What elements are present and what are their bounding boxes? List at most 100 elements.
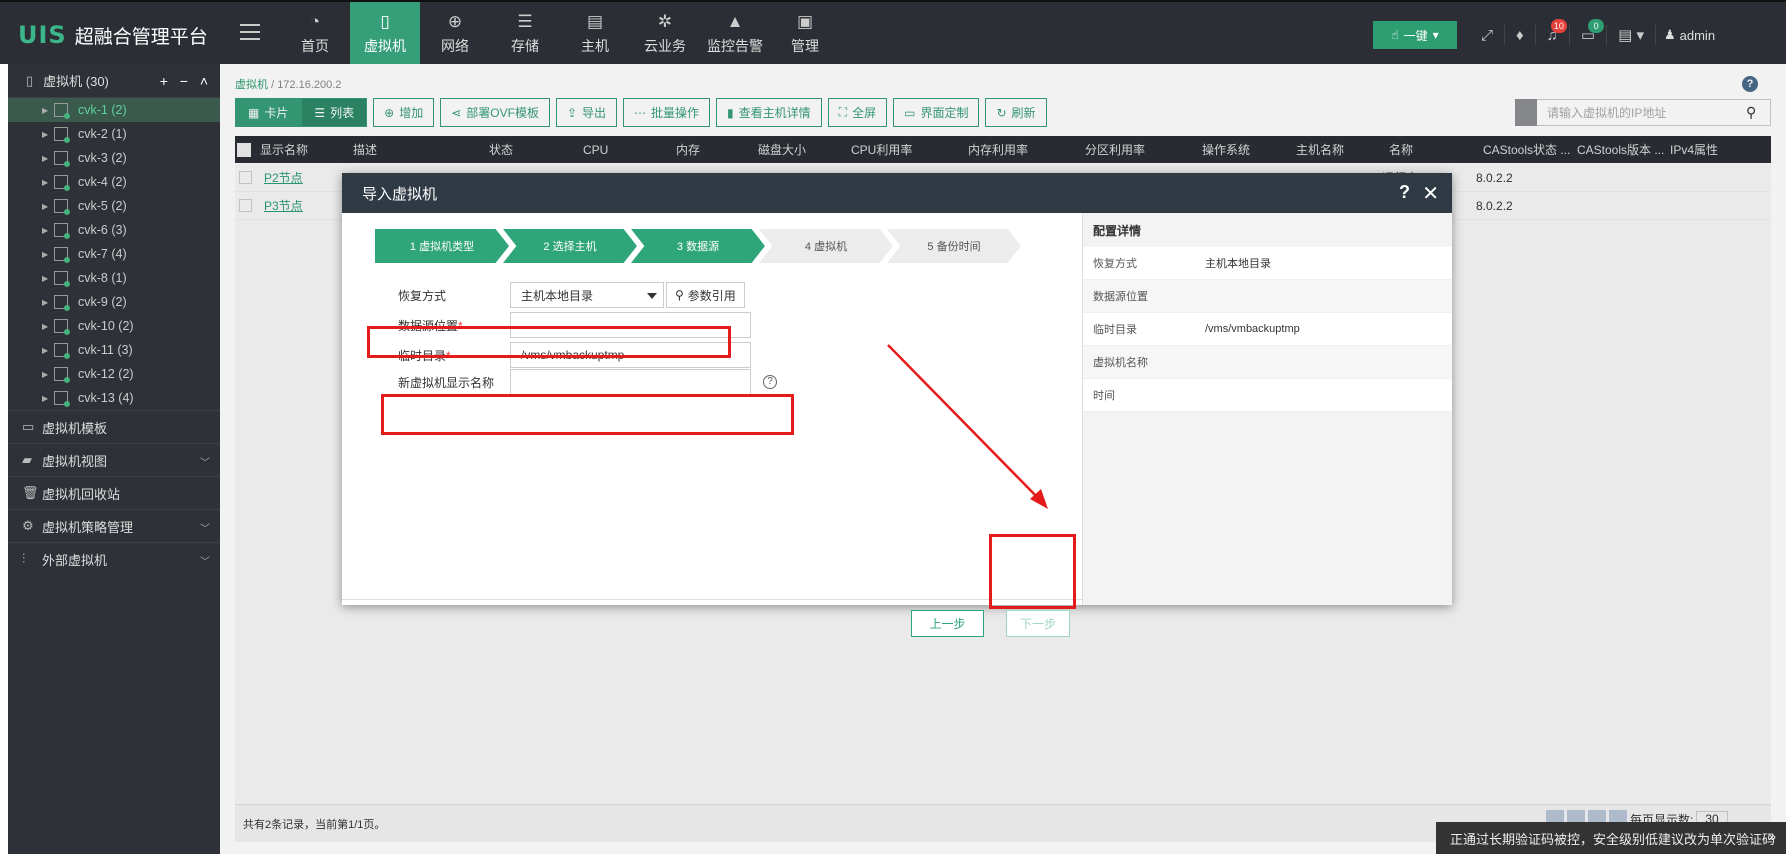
- param-ref-button[interactable]: ⚲ 参数引用: [666, 282, 745, 308]
- restore-row: 恢复方式 主机本地目录 ⚲ 参数引用: [398, 282, 745, 308]
- cvk-host-item[interactable]: ▶ cvk-1 (2): [8, 98, 220, 122]
- fullscreen-icon[interactable]: ⤢: [1470, 25, 1506, 45]
- cvk-host-item[interactable]: ▶ cvk-7 (4): [8, 242, 220, 266]
- next-step-button[interactable]: 下一步: [1006, 610, 1070, 637]
- chevron-down-icon: ﹀: [200, 458, 210, 469]
- globe-icon: ⊕: [447, 12, 463, 31]
- nav-label: 首页: [301, 38, 329, 54]
- folder-icon: ▰: [22, 452, 32, 467]
- detail-value: 主机本地目录: [1205, 258, 1271, 270]
- alarm-bell-icon[interactable]: ♫ 10: [1536, 19, 1570, 45]
- section-label: 虚拟机视图: [42, 453, 108, 469]
- user-menu[interactable]: ♟ admin: [1656, 27, 1715, 43]
- restore-label: 恢复方式: [398, 288, 447, 303]
- step-select-host: 2 选择主机: [503, 229, 637, 263]
- sidebar-vm-view[interactable]: ▰ 虚拟机视图 ﹀: [8, 443, 220, 476]
- nav-label: 管理: [791, 38, 819, 54]
- newname-row: 新虚拟机显示名称 ?: [398, 369, 777, 395]
- nav-cloud[interactable]: ✲ 云业务: [630, 2, 700, 66]
- help-icon[interactable]: ?: [1399, 182, 1410, 203]
- sidebar-external[interactable]: ⫶ 外部虚拟机 ﹀: [8, 542, 220, 575]
- expand-icon[interactable]: ▶: [42, 226, 54, 235]
- annotation-box-source: [367, 326, 731, 358]
- sidebar-recycle[interactable]: 🗑 虚拟机回收站: [8, 476, 220, 509]
- nav-monitor[interactable]: ▲ 监控告警: [700, 2, 770, 66]
- cvk-host-item[interactable]: ▶ cvk-2 (1): [8, 122, 220, 146]
- nav-home[interactable]: ◔ 首页: [280, 2, 350, 66]
- expand-icon[interactable]: ▶: [42, 274, 54, 283]
- prev-step-button[interactable]: 上一步: [911, 610, 984, 637]
- nav-label: 主机: [581, 38, 609, 54]
- import-vm-dialog: 导入虚拟机 ? ✕ 1 虚拟机类型 2 选择主机 3 数据源 4 虚拟机 5 备…: [342, 173, 1452, 637]
- cvk-host-item[interactable]: ▶ cvk-8 (1): [8, 266, 220, 290]
- window-icon[interactable]: ▤ ▾: [1607, 25, 1656, 45]
- expand-icon[interactable]: ▶: [42, 178, 54, 187]
- sidebar-vm-header[interactable]: ▯ 虚拟机 (30) + − ˄: [8, 64, 220, 98]
- expand-icon[interactable]: ▶: [42, 298, 54, 307]
- oneclick-button[interactable]: ☝ 一键 ▾: [1373, 21, 1457, 49]
- cvk-label: cvk-6 (3): [78, 223, 127, 237]
- dialog-footer: 上一步 下一步: [342, 599, 1082, 645]
- nav-host[interactable]: ▤ 主机: [560, 2, 630, 66]
- cvk-label: cvk-9 (2): [78, 295, 127, 309]
- chevron-down-icon: ﹀: [200, 524, 210, 535]
- task-badge: 0: [1588, 19, 1605, 33]
- expand-icon[interactable]: ▶: [42, 250, 54, 259]
- shirt-icon[interactable]: ♦: [1505, 25, 1536, 45]
- expand-icon[interactable]: ▶: [42, 370, 54, 379]
- section-label: 虚拟机模板: [42, 420, 108, 436]
- nav-label: 虚拟机: [364, 38, 406, 54]
- nav-label: 存储: [511, 38, 539, 54]
- server-icon: [54, 247, 70, 263]
- server-icon: [54, 391, 70, 407]
- cvk-host-item[interactable]: ▶ cvk-5 (2): [8, 194, 220, 218]
- detail-row: 临时目录/vms/vmbackuptmp: [1083, 313, 1452, 346]
- nav-storage[interactable]: ☰ 存储: [490, 2, 560, 66]
- detail-key: 时间: [1093, 390, 1115, 402]
- cvk-host-item[interactable]: ▶ cvk-13 (4): [8, 386, 220, 410]
- detail-row: 虚拟机名称: [1083, 346, 1452, 379]
- server-icon: [54, 319, 70, 335]
- gear-icon: ✲: [657, 12, 673, 31]
- menu-toggle-icon[interactable]: [240, 24, 260, 40]
- expand-icon[interactable]: ▶: [42, 346, 54, 355]
- expand-icon[interactable]: ▶: [42, 154, 54, 163]
- annotation-box-newname: [381, 394, 794, 435]
- cvk-label: cvk-4 (2): [78, 175, 127, 189]
- external-icon: ⫶: [22, 551, 26, 566]
- sidebar-templates[interactable]: ▭ 虚拟机模板: [8, 410, 220, 443]
- expand-icon[interactable]: ▶: [42, 130, 54, 139]
- expand-icon[interactable]: ▶: [42, 394, 54, 403]
- sidebar-policy[interactable]: ⚙ 虚拟机策略管理 ﹀: [8, 509, 220, 542]
- newname-input[interactable]: [510, 369, 751, 395]
- policy-icon: ⚙: [22, 518, 34, 533]
- expand-icon[interactable]: ▶: [42, 322, 54, 331]
- nav-manage[interactable]: ▣ 管理: [770, 2, 840, 66]
- server-icon: [54, 223, 70, 239]
- cvk-host-item[interactable]: ▶ cvk-3 (2): [8, 146, 220, 170]
- cvk-host-item[interactable]: ▶ cvk-9 (2): [8, 290, 220, 314]
- dialog-title: 导入虚拟机: [362, 185, 438, 203]
- top-bar: UIS 超融合管理平台 ◔ 首页 ▯ 虚拟机 ⊕ 网络 ☰ 存储 ▤ 主机 ✲ 云业务 ▲ 监…: [0, 0, 1786, 72]
- cvk-host-item[interactable]: ▶ cvk-10 (2): [8, 314, 220, 338]
- top-right-icons: ⤢ ♦ ♫ 10 ▭ 0 ▤ ▾ ♟ admin: [1470, 19, 1715, 49]
- nav-vm[interactable]: ▯ 虚拟机: [350, 2, 420, 72]
- database-icon: ☰: [517, 12, 533, 31]
- vm-count-label: 虚拟机 (30): [43, 74, 109, 89]
- task-icon[interactable]: ▭ 0: [1570, 19, 1608, 45]
- server-icon: ▤: [586, 12, 604, 31]
- close-icon[interactable]: ✕: [1422, 181, 1439, 206]
- restore-select[interactable]: 主机本地目录: [510, 282, 664, 308]
- tree-ops[interactable]: + − ˄: [160, 73, 212, 89]
- expand-icon[interactable]: ▶: [42, 202, 54, 211]
- question-icon[interactable]: ?: [763, 375, 777, 389]
- cvk-host-item[interactable]: ▶ cvk-4 (2): [8, 170, 220, 194]
- expand-icon[interactable]: ▶: [42, 106, 54, 115]
- cvk-host-item[interactable]: ▶ cvk-12 (2): [8, 362, 220, 386]
- nav-label: 监控告警: [707, 38, 763, 54]
- nav-network[interactable]: ⊕ 网络: [420, 2, 490, 66]
- nav-label: 网络: [441, 38, 469, 54]
- chevron-right-icon[interactable]: »: [1768, 828, 1776, 844]
- cvk-host-item[interactable]: ▶ cvk-11 (3): [8, 338, 220, 362]
- cvk-host-item[interactable]: ▶ cvk-6 (3): [8, 218, 220, 242]
